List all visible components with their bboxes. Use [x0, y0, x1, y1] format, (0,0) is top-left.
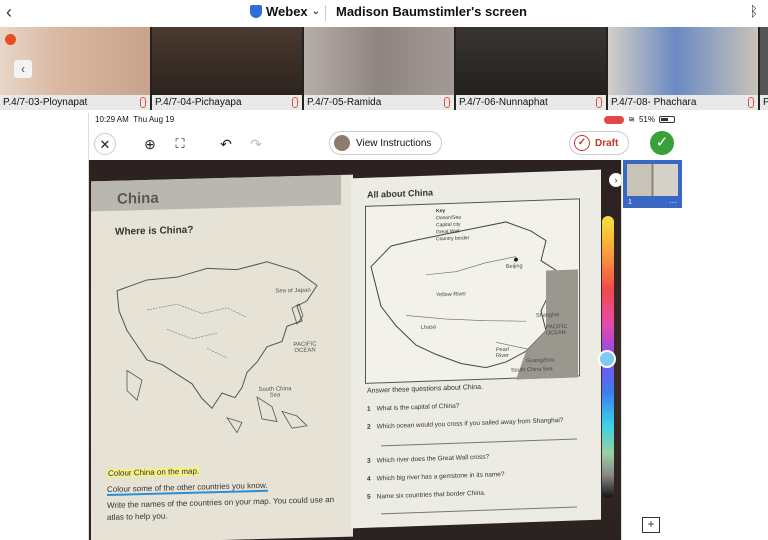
strip-prev-button[interactable]: ‹ — [14, 60, 32, 78]
pacific-ocean-label: PACIFIC OCEAN — [293, 341, 317, 355]
checkmark-icon[interactable]: ✓ — [650, 131, 674, 155]
participant-video — [152, 27, 302, 95]
participant-name: P.4/7-04-Pichayapa — [152, 95, 302, 110]
answer-line — [381, 506, 577, 515]
battery-percent: 51% — [638, 115, 655, 124]
participant-name: P — [760, 95, 768, 110]
thumbnail-image — [627, 164, 678, 196]
muted-mic-icon — [748, 97, 754, 108]
chevron-right-icon[interactable]: › — [609, 173, 621, 187]
muted-mic-icon — [292, 97, 298, 108]
beijing-label: Beijing — [506, 263, 523, 270]
chevron-down-icon: ⌄ — [311, 6, 321, 17]
check-circle-icon: ✓ — [574, 135, 590, 151]
participant-tile[interactable]: P.4/7-06-Nunnaphat — [456, 27, 606, 110]
asia-outline-map: Sea of Japan PACIFIC OCEAN South China S… — [107, 245, 343, 461]
editor-toolbar: ✕ ⊕ ⛶ ↶ ↷ View Instructions ✓ Draft ✓ — [89, 127, 681, 159]
shanghai-label: Shanghai — [536, 312, 560, 319]
instruction-line: Colour some of the other countries you k… — [107, 480, 268, 497]
participant-video — [304, 27, 454, 95]
draft-button[interactable]: ✓ Draft — [569, 131, 630, 155]
ellipsis-icon[interactable]: ··· — [669, 198, 677, 207]
add-page-icon[interactable]: + — [642, 517, 660, 533]
window-titlebar: ‹ Webex ⌄ Madison Baumstimler's screen ᛒ — [0, 0, 768, 26]
recording-status-icon — [5, 34, 16, 45]
instruction-line: Colour China on the map. — [107, 466, 201, 479]
view-instructions-label: View Instructions — [356, 137, 432, 149]
webex-shield-icon — [250, 5, 262, 18]
question: 1 What is the capital of China? — [367, 402, 460, 413]
participant-tile[interactable]: P.4/7-04-Pichayapa — [152, 27, 302, 110]
participant-video — [760, 27, 768, 95]
pacific-label: PACIFIC OCEAN — [546, 323, 568, 337]
draft-label: Draft — [595, 137, 619, 149]
participant-name: P.4/7-03-Ploynapat — [0, 95, 150, 110]
back-chevron-icon[interactable]: ‹ — [6, 2, 12, 23]
answer-line — [381, 438, 577, 447]
muted-mic-icon — [444, 97, 450, 108]
page-thumbnail[interactable]: 1 ··· — [623, 160, 682, 208]
china-map: Key Ocean/Sea Capital city Great Wall Co… — [365, 198, 580, 384]
participant-strip: P.4/7-03-Ploynapat P.4/7-04-Pichayapa P.… — [0, 27, 768, 110]
thumbnail-page-number: 1 — [628, 199, 632, 206]
status-right: ≋ 51% — [604, 115, 675, 124]
participant-name: P.4/7-06-Nunnaphat — [456, 95, 606, 110]
map-key: Key Ocean/Sea Capital city Great Wall Co… — [436, 208, 470, 243]
pearl-river-label: Pearl River — [496, 346, 509, 360]
battery-icon — [659, 116, 675, 123]
participant-name: P.4/7-08- Phachara — [608, 95, 758, 110]
shared-screen-title: Madison Baumstimler's screen — [336, 4, 527, 19]
wifi-icon: ≋ — [628, 115, 635, 124]
app-menu[interactable]: Webex ⌄ — [250, 4, 320, 19]
question: 4 Which big river has a gemstone in its n… — [367, 471, 505, 483]
participant-tile[interactable]: P — [760, 27, 768, 110]
muted-mic-icon — [140, 97, 146, 108]
shared-ipad-screen: 10:29 AM Thu Aug 19 ≋ 51% ✕ ⊕ ⛶ ↶ ↷ View… — [88, 113, 682, 540]
expand-icon[interactable]: ⛶ — [169, 133, 191, 155]
question: 2 Which ocean would you cross if you sail… — [367, 416, 564, 431]
yellow-river-label: Yellow River — [436, 291, 467, 299]
instruction-line: Write the names of the countries on your… — [107, 495, 335, 511]
app-name: Webex — [266, 4, 308, 19]
bluetooth-icon: ᛒ — [749, 3, 758, 19]
undo-icon[interactable]: ↶ — [215, 133, 237, 155]
avatar — [334, 135, 350, 151]
ios-status-bar: 10:29 AM Thu Aug 19 ≋ 51% — [89, 113, 681, 127]
left-page: China Where is China? Sea of Japan PACIF… — [91, 174, 353, 540]
instruction-line: atlas to help you. — [107, 511, 168, 523]
status-time: 10:29 AM Thu Aug 19 — [95, 115, 175, 124]
lhasa-label: Lhasa — [421, 324, 436, 331]
participant-video — [608, 27, 758, 95]
sea-of-japan-label: Sea of Japan — [275, 287, 311, 295]
divider — [325, 5, 326, 21]
question: 5 Name six countries that border China. — [367, 489, 486, 501]
redo-icon[interactable]: ↷ — [245, 133, 267, 155]
right-page: All about China Key Ocean/Sea Capital ci… — [351, 169, 601, 529]
view-instructions-button[interactable]: View Instructions — [329, 131, 443, 155]
south-china-sea-label: South China Sea — [258, 386, 292, 399]
left-page-title: China — [117, 189, 159, 208]
participant-video — [456, 27, 606, 95]
right-page-title: All about China — [367, 187, 433, 200]
participant-name: P.4/7-05-Ramida — [304, 95, 454, 110]
where-heading: Where is China? — [115, 224, 194, 238]
muted-mic-icon — [596, 97, 602, 108]
zoom-in-icon[interactable]: ⊕ — [139, 133, 161, 155]
worksheet-photo[interactable]: China Where is China? Sea of Japan PACIF… — [89, 160, 621, 540]
screen-record-icon — [604, 115, 625, 124]
close-icon[interactable]: ✕ — [94, 133, 116, 155]
guangzhou-label: Guangzhou — [526, 357, 555, 365]
question: 3 Which river does the Great Wall cross? — [367, 453, 490, 465]
answer-heading: Answer these questions about China. — [367, 383, 483, 395]
color-slider-handle[interactable] — [598, 350, 616, 368]
page-thumbnails: 1 ··· + — [621, 160, 682, 540]
participant-tile[interactable]: P.4/7-05-Ramida — [304, 27, 454, 110]
participant-tile[interactable]: P.4/7-08- Phachara — [608, 27, 758, 110]
